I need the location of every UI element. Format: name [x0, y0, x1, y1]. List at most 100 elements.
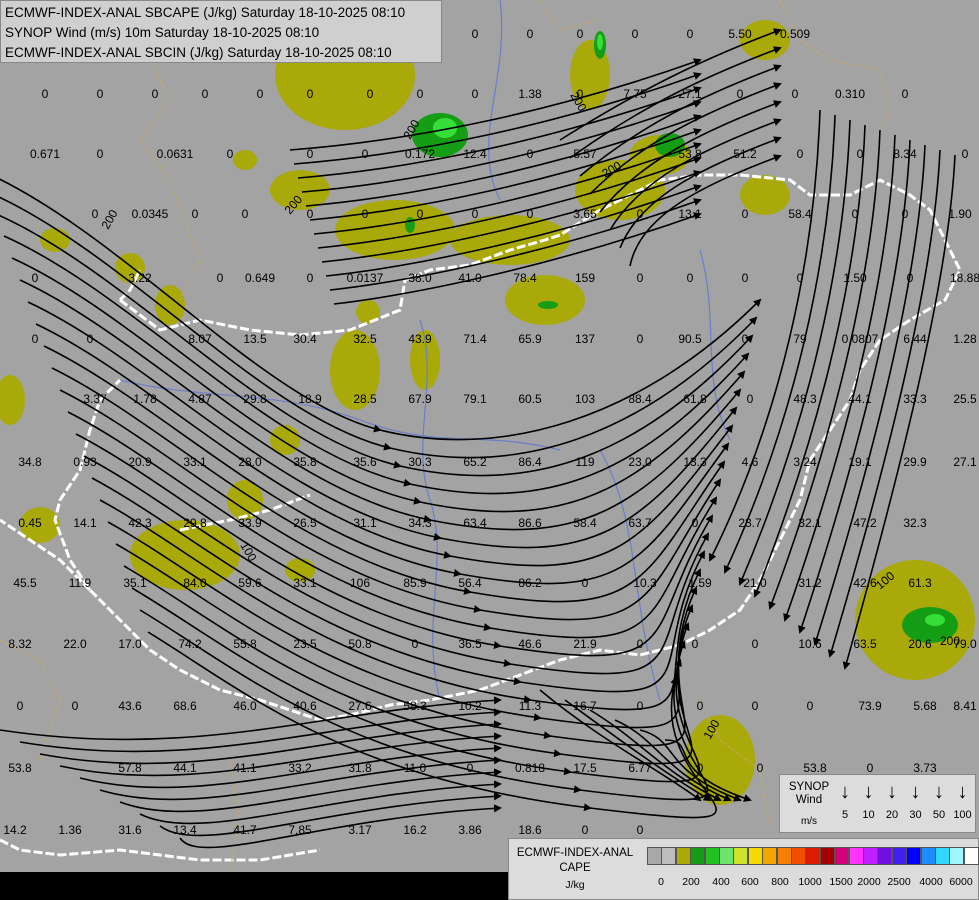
station-value: 31.2: [798, 576, 822, 590]
station-value: 17.0: [118, 637, 142, 651]
down-arrow-icon: ↓: [840, 781, 850, 803]
down-arrow-icon: ↓: [957, 781, 968, 803]
station-value: 0: [227, 147, 234, 161]
station-value: 17.5: [573, 761, 597, 775]
title-line-wind: SYNOP Wind (m/s) 10m Saturday 18-10-2025…: [5, 25, 320, 40]
station-value: 3.37: [83, 392, 107, 406]
station-value: 0: [692, 516, 699, 530]
station-value: 47.2: [853, 516, 877, 530]
station-value: 27.6: [348, 699, 372, 713]
station-value: 0: [202, 87, 209, 101]
station-value: 88.4: [628, 392, 652, 406]
station-value: 53.8: [8, 761, 32, 775]
cape-area-mid: [538, 301, 558, 309]
station-value: 6.44: [903, 332, 927, 346]
wind-legend-item: ↓ 20: [881, 781, 903, 821]
station-value: 0.818: [515, 761, 545, 775]
station-value: 0: [472, 27, 479, 41]
station-value: 42.3: [128, 516, 152, 530]
station-value: 0: [742, 332, 749, 346]
station-value: 0: [757, 761, 764, 775]
station-value: 33.1: [293, 576, 317, 590]
wind-legend-item: ↓ 5: [834, 781, 856, 821]
station-value: 67.9: [408, 392, 432, 406]
station-value: 22.0: [63, 637, 87, 651]
station-value: 0: [362, 147, 369, 161]
cape-legend-tick: 1000: [798, 876, 822, 888]
wind-legend-unit: m/s: [800, 816, 818, 827]
station-value: 29.9: [903, 455, 927, 469]
cape-legend-swatch: [791, 847, 806, 865]
cape-legend: ECMWF-INDEX-ANAL CAPE J/kg 0 200 400 600 800…: [508, 838, 979, 900]
station-value: 6.77: [628, 761, 652, 775]
station-value: 1.28: [953, 332, 977, 346]
station-value: 16.7: [573, 699, 597, 713]
station-value: 0: [92, 207, 99, 221]
station-value: 0: [412, 637, 419, 651]
station-value: 1.36: [58, 823, 82, 837]
map-title-box: ECMWF-INDEX-ANAL SBCAPE (J/kg) Saturday …: [0, 0, 442, 63]
station-value: 55.8: [233, 637, 257, 651]
station-value: 31.8: [348, 761, 372, 775]
station-value: 43.6: [118, 699, 142, 713]
station-value: 0: [692, 637, 699, 651]
cape-legend-swatch: [733, 847, 749, 865]
station-value: 18.88: [950, 271, 979, 285]
station-value: 79: [793, 332, 807, 346]
station-value: 3.86: [458, 823, 482, 837]
station-value: 11.9: [69, 576, 92, 590]
station-value: 34.3: [408, 516, 432, 530]
station-value: 44.1: [173, 761, 197, 775]
station-value: 7.85: [288, 823, 312, 837]
station-value: 85.9: [403, 576, 427, 590]
station-value: 0: [737, 87, 744, 101]
cape-legend-swatch: [935, 847, 950, 865]
station-value: 0: [637, 823, 644, 837]
station-value: 53.8: [678, 147, 702, 161]
station-value: 8.32: [8, 637, 32, 651]
station-value: 36.5: [458, 637, 482, 651]
station-value: 46.0: [233, 699, 257, 713]
station-value: 41.1: [233, 761, 257, 775]
station-value: 0: [32, 332, 39, 346]
cape-legend-tick: 2000: [857, 876, 881, 888]
station-value: 3.65: [573, 207, 597, 221]
station-value: 0: [417, 87, 424, 101]
station-value: 5.68: [913, 699, 937, 713]
station-value: 0: [632, 27, 639, 41]
station-value: 30.3: [408, 455, 432, 469]
cape-area-mid: [405, 217, 415, 233]
cape-legend-swatch: [949, 847, 965, 865]
station-value: 29.8: [243, 392, 267, 406]
weather-map: 200200200200200200100100100 000000000005…: [0, 0, 979, 900]
station-value: 0: [242, 207, 249, 221]
station-value: 3.22: [128, 271, 152, 285]
station-value: 32.3: [903, 516, 927, 530]
station-value: 18.9: [298, 392, 322, 406]
station-value: 23.7: [738, 516, 762, 530]
station-value: 0.649: [245, 271, 275, 285]
station-value: 137: [575, 332, 595, 346]
station-value: 79.1: [463, 392, 487, 406]
station-value: 0: [217, 271, 224, 285]
station-value: 0.172: [405, 147, 435, 161]
station-value: 35.6: [353, 455, 377, 469]
wind-legend-item: ↓ 30: [905, 781, 927, 821]
station-value: 61.3: [908, 576, 932, 590]
station-value: 13.4: [173, 823, 197, 837]
station-value: 0: [907, 271, 914, 285]
station-value: 0: [752, 637, 759, 651]
station-value: 3.24: [793, 455, 817, 469]
wind-legend-speed: 10: [862, 809, 875, 821]
cape-legend-swatch: [819, 847, 835, 865]
station-value: 0: [72, 699, 79, 713]
station-value: 0: [152, 87, 159, 101]
station-value: 35.1: [123, 576, 147, 590]
station-value: 71.4: [463, 332, 487, 346]
station-value: 32.5: [353, 332, 377, 346]
cape-area-high: [925, 614, 945, 626]
station-value: 0: [742, 207, 749, 221]
station-value: 0: [192, 207, 199, 221]
wind-legend-speed: 100: [953, 809, 972, 821]
station-value: 0: [852, 207, 859, 221]
